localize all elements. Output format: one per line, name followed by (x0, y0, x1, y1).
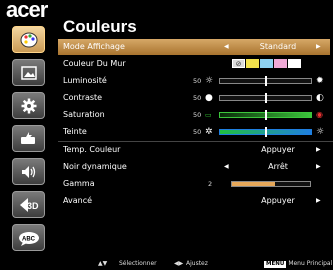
menu-item-mode-affichage[interactable]: Mode Affichage ◀ Standard ▶ (58, 39, 330, 55)
slider-thumb[interactable] (265, 93, 267, 103)
sun-filled-icon: ✹ (316, 76, 324, 86)
menu-item-label: Noir dynamique (63, 162, 127, 171)
arrow-left-icon[interactable]: ◀ (224, 39, 229, 55)
luminosite-slider[interactable] (219, 76, 312, 86)
select-hint: Sélectionner (119, 260, 157, 267)
sun-outline-icon: ☼ (205, 76, 214, 86)
swatch-blue[interactable] (260, 59, 273, 68)
up-down-arrows-icon: ▲▼ (98, 260, 108, 267)
menu-hint-label: Menu Principal (288, 260, 333, 267)
gamma-value: 2 (208, 180, 213, 188)
saturation-value: 50 (193, 111, 202, 119)
contrast-high-icon: ◐ (316, 93, 324, 103)
menu-item-gamma[interactable]: Gamma 2 (58, 176, 330, 192)
contrast-low-icon: ● (205, 93, 213, 103)
power-plug-icon[interactable] (12, 125, 45, 152)
avance-value: Appuyer (261, 196, 295, 205)
swatch-yellow[interactable] (246, 59, 259, 68)
footer-hints: ▲▼ Sélectionner ◀▶ Ajustez MENU Menu Prin… (0, 258, 333, 270)
luminosite-value: 50 (193, 77, 202, 85)
3d-icon[interactable]: 3D (12, 191, 45, 218)
svg-text:ABC: ABC (22, 236, 36, 242)
menu-key-icon: MENU (264, 261, 287, 268)
arrow-right-icon[interactable]: ▶ (316, 159, 321, 175)
arrow-right-icon[interactable]: ▶ (316, 193, 321, 209)
menu-item-label: Temp. Couleur (63, 145, 121, 154)
menu-hint: MENU Menu Principal (264, 258, 332, 270)
slider-thumb[interactable] (265, 76, 267, 86)
arrow-left-icon[interactable]: ◀ (224, 159, 229, 175)
saturation-high-icon: ◉ (316, 110, 323, 119)
noir-dynamique-value: Arrêt (268, 162, 288, 171)
adjust-hint: Ajustez (186, 260, 208, 267)
picture-icon[interactable] (12, 59, 45, 86)
swatch-white[interactable] (288, 59, 301, 68)
wall-color-swatches[interactable]: ⊘ (232, 59, 301, 68)
hue-high-icon: ☼ (316, 127, 325, 137)
acer-logo: acer (6, 0, 48, 22)
swatch-pink[interactable] (274, 59, 287, 68)
palette-icon[interactable] (12, 26, 45, 53)
menu-item-label: Mode Affichage (63, 42, 125, 51)
menu-item-label: Avancé (63, 196, 93, 205)
contraste-value: 50 (193, 94, 202, 102)
teinte-slider[interactable] (219, 127, 312, 137)
menu-item-saturation[interactable]: Saturation 50 ▭ ◉ (58, 107, 330, 123)
saturation-slider[interactable] (219, 110, 312, 120)
saturation-low-icon: ▭ (205, 111, 212, 119)
menu-item-teinte[interactable]: Teinte 50 ✲ ☼ (58, 124, 330, 140)
contraste-slider[interactable] (219, 93, 312, 103)
menu-item-luminosite[interactable]: Luminosité 50 ☼ ✹ (58, 73, 330, 89)
language-icon[interactable]: ABC (12, 224, 45, 251)
mode-affichage-value: Standard (259, 42, 297, 51)
sidebar: 3D ABC (0, 22, 57, 252)
menu-item-temp-couleur[interactable]: Temp. Couleur Appuyer ▶ (58, 142, 330, 158)
gear-icon[interactable] (12, 92, 45, 119)
gamma-fill (232, 182, 275, 186)
menu-item-noir-dynamique[interactable]: Noir dynamique ◀ Arrêt ▶ (58, 159, 330, 175)
menu-item-label: Luminosité (63, 76, 107, 85)
teinte-value: 50 (193, 128, 202, 136)
arrow-right-icon[interactable]: ▶ (316, 39, 321, 55)
left-right-arrows-icon: ◀▶ (174, 260, 184, 267)
menu-item-avance[interactable]: Avancé Appuyer ▶ (58, 193, 330, 209)
menu-item-label: Saturation (63, 110, 105, 119)
menu-item-contraste[interactable]: Contraste 50 ● ◐ (58, 90, 330, 106)
swatch-off[interactable]: ⊘ (232, 59, 245, 68)
speaker-icon[interactable] (12, 158, 45, 185)
gamma-slider[interactable] (231, 181, 311, 187)
slider-thumb[interactable] (265, 127, 267, 137)
slider-thumb[interactable] (265, 110, 267, 120)
arrow-right-icon[interactable]: ▶ (316, 142, 321, 158)
page-title: Couleurs (63, 17, 137, 36)
menu-item-label: Teinte (63, 127, 87, 136)
menu-item-label: Couleur Du Mur (63, 59, 126, 68)
hue-low-icon: ✲ (205, 127, 213, 137)
temp-couleur-value: Appuyer (261, 145, 295, 154)
menu-item-label: Contraste (63, 93, 103, 102)
svg-text:3D: 3D (27, 201, 39, 211)
menu-item-label: Gamma (63, 179, 95, 188)
menu-item-couleur-du-mur[interactable]: Couleur Du Mur ⊘ (58, 56, 330, 72)
